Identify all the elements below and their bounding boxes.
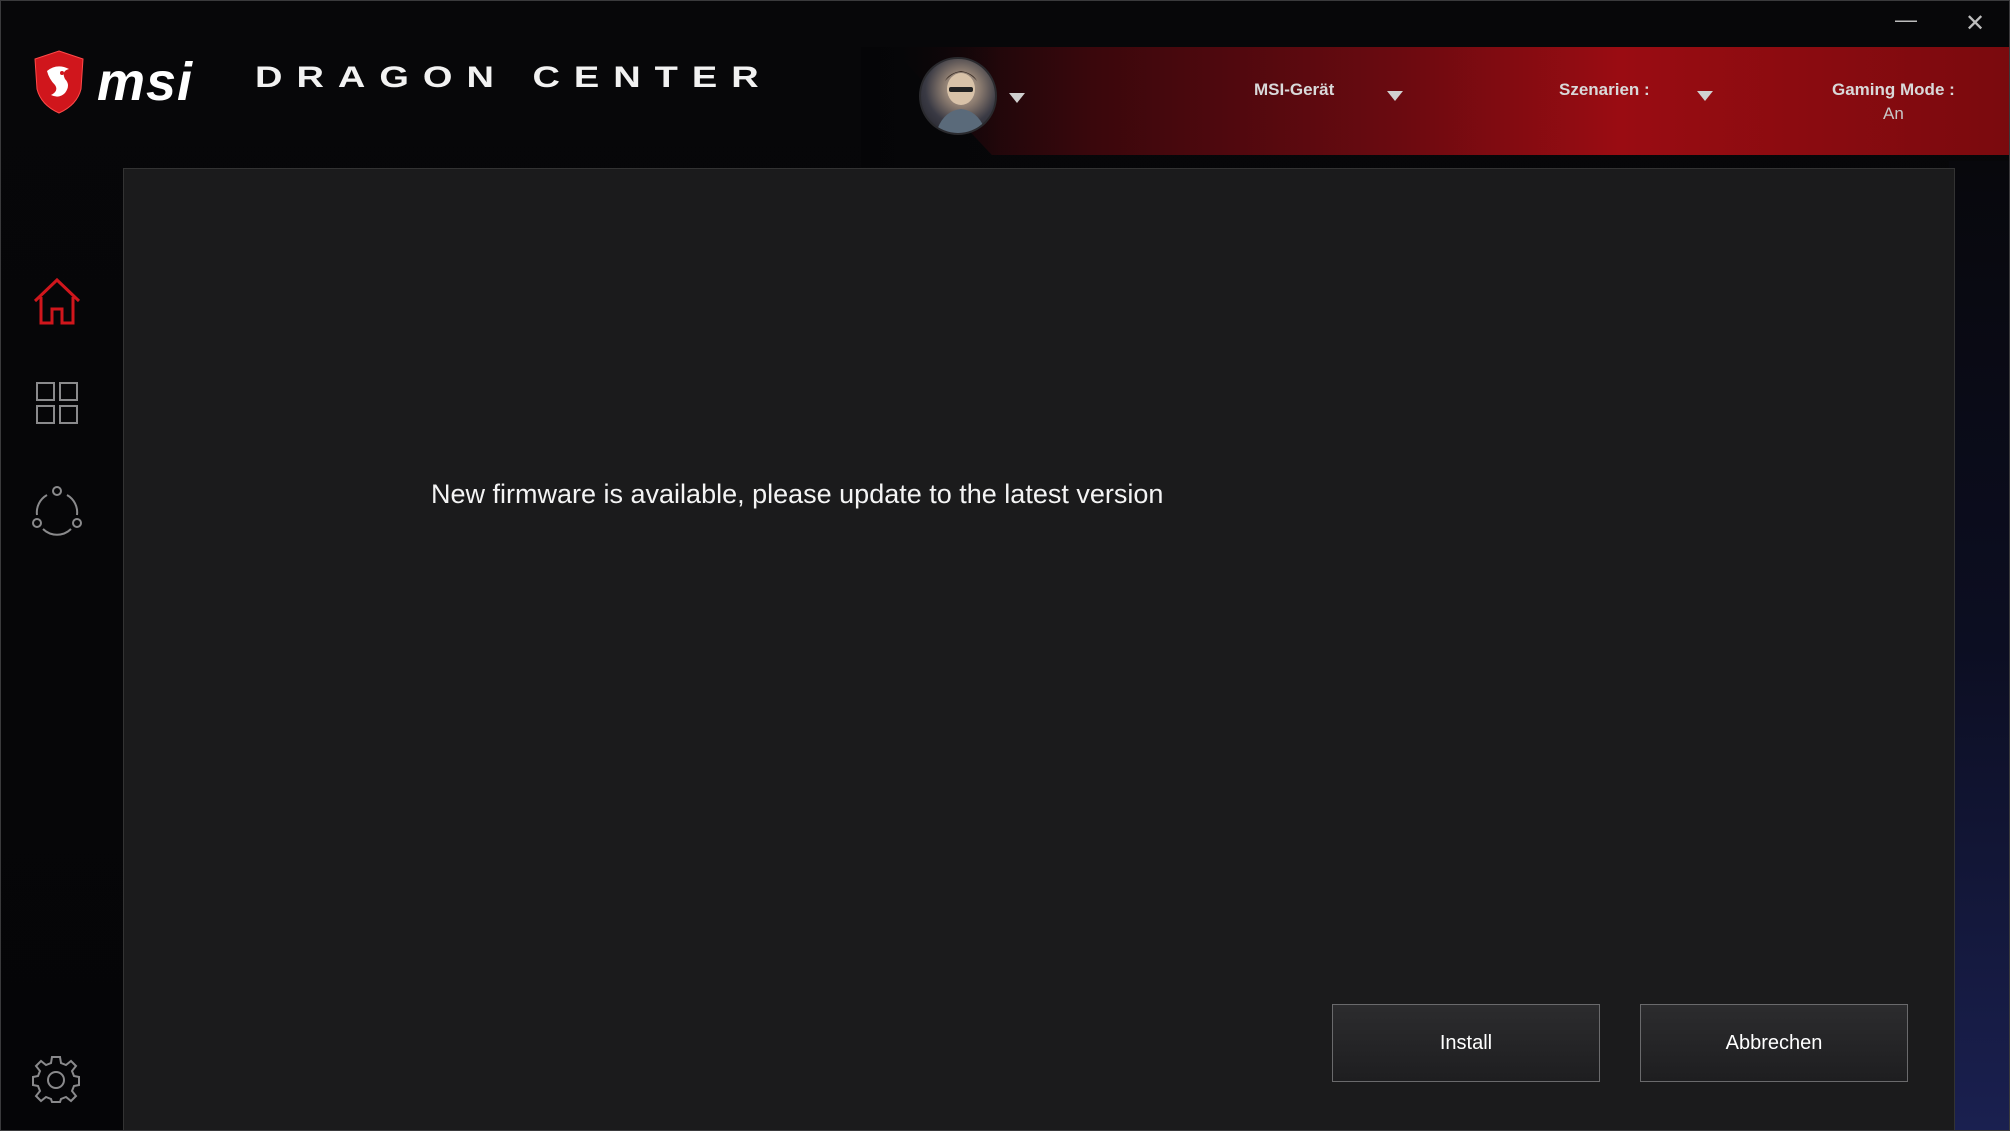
brand-logo-text: msi bbox=[97, 52, 194, 112]
chevron-down-icon[interactable] bbox=[1697, 91, 1713, 101]
firmware-message: New firmware is available, please update… bbox=[431, 479, 1164, 509]
install-button[interactable]: Install bbox=[1332, 1004, 1600, 1082]
app-window: msi DRAGON CENTER MSI-Gerät Szenarien : … bbox=[0, 0, 2010, 1131]
firmware-update-dialog bbox=[123, 168, 1955, 1130]
msi-dragon-shield-icon bbox=[31, 49, 87, 120]
cancel-button[interactable]: Abbrechen bbox=[1640, 1004, 1908, 1082]
header-red-band bbox=[891, 47, 2009, 155]
gaming-mode-label[interactable]: Gaming Mode : bbox=[1832, 80, 1955, 100]
apps-grid-icon[interactable] bbox=[35, 381, 79, 430]
minimize-button[interactable]: — bbox=[1895, 7, 1917, 33]
background-glow bbox=[1949, 161, 2009, 1130]
network-icon[interactable] bbox=[31, 485, 83, 542]
user-avatar[interactable] bbox=[919, 57, 997, 135]
chevron-down-icon[interactable] bbox=[1009, 93, 1025, 103]
app-title: DRAGON CENTER bbox=[255, 61, 773, 95]
header-bar: msi DRAGON CENTER MSI-Gerät Szenarien : … bbox=[1, 1, 2009, 167]
gear-icon[interactable] bbox=[32, 1055, 80, 1108]
home-icon[interactable] bbox=[31, 275, 83, 332]
gaming-mode-value[interactable]: An bbox=[1883, 104, 1904, 124]
device-selector-label[interactable]: MSI-Gerät bbox=[1254, 80, 1334, 100]
chevron-down-icon[interactable] bbox=[1387, 91, 1403, 101]
close-button[interactable]: ✕ bbox=[1965, 9, 1985, 38]
scenarios-selector-label[interactable]: Szenarien : bbox=[1559, 80, 1650, 100]
